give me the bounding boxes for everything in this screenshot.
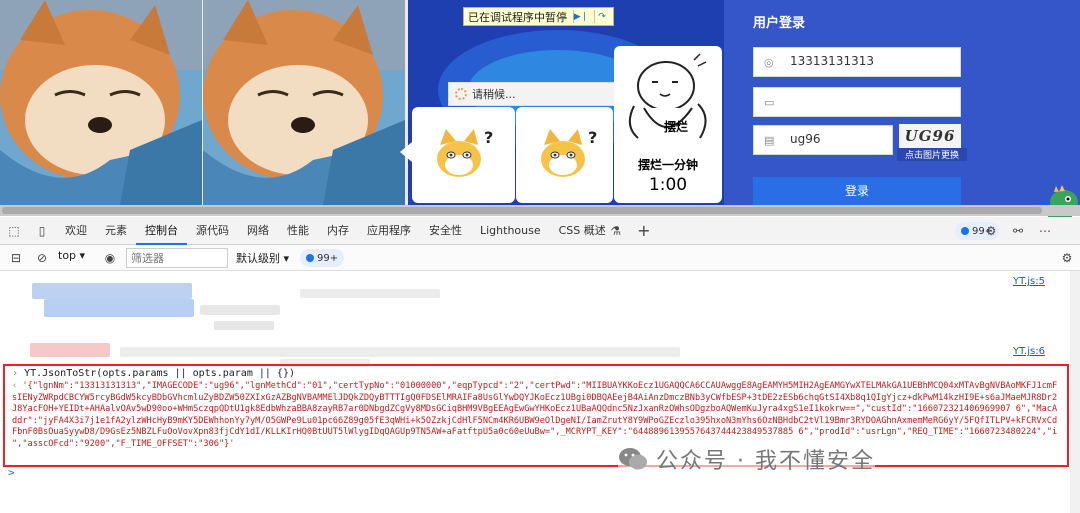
chevron-down-icon: ▾ [79,249,86,262]
log-level-value: 默认级别 [236,252,280,265]
gear-icon[interactable]: ⚙ [984,224,998,238]
watermark: 公众号 · 我不懂安全 [618,442,875,476]
result-arrow-icon: ‹ [12,381,23,391]
redacted-text [120,347,680,357]
username-value: 13313131313 [790,54,874,68]
confused-cat-icon: ? [437,128,493,177]
meme-timer: 1:00 [648,175,688,195]
tab-performance[interactable]: 性能 [278,217,318,245]
more-options-icon[interactable]: ⋯ [1038,224,1052,238]
console-result: ‹ '{"lgnNm":"13313131313","IMAGECODE":"u… [12,381,1062,451]
tab-lighthouse[interactable]: Lighthouse [471,217,550,245]
webpage-viewport: 用户登录 ◎ 13313131313 ▭ ▤ ug96 UG96 点击图片更换 … [0,0,1080,205]
redacted-text [30,343,110,357]
context-value: top [58,249,77,262]
console-command: › YT.JsonToStr(opts.params || opts.param… [12,368,295,379]
meme-caption: 摆烂一分钟 [637,158,698,172]
step-over-icon[interactable]: ↷ [594,10,609,23]
inspect-element-icon[interactable]: ⬚ [7,224,21,238]
context-select[interactable]: top ▾ [58,249,85,262]
eye-icon[interactable]: ◉ [103,251,117,265]
watermark-text: 公众号 · 我不懂安全 [656,449,875,474]
redacted-text [32,283,192,299]
wechat-icon [619,448,647,470]
tab-memory[interactable]: 内存 [318,217,358,245]
console-issues-badge[interactable]: 99+ [300,249,345,267]
console-settings-icon[interactable]: ⚙ [1060,251,1074,265]
tab-network[interactable]: 网络 [238,217,278,245]
result-string: '{"lgnNm":"13313131313","IMAGECODE":"ug9… [12,381,1058,449]
debugger-paused-banner: 已在调试程序中暂停 ▶❘ ↷ [463,7,614,26]
doge-image-left [0,0,202,205]
redacted-text [44,299,194,317]
redacted-text [300,289,440,298]
tab-console[interactable]: 控制台 [136,217,187,245]
paused-label: 已在调试程序中暂停 [468,10,567,24]
resume-icon[interactable]: ▶❘ [573,10,588,23]
svg-text:?: ? [484,128,493,147]
login-button[interactable]: 登录 [753,177,961,205]
tab-security[interactable]: 安全性 [420,217,471,245]
spinner-icon [455,88,467,100]
source-link[interactable]: YT.js:6 [1013,346,1045,357]
login-title: 用户登录 [753,16,806,31]
tab-sources[interactable]: 源代码 [187,217,238,245]
devtools-tab-bar: ⬚ ▯ 欢迎 元素 控制台 源代码 网络 性能 内存 应用程序 安全性 Ligh… [0,217,1080,245]
issues-count-2: 99+ [317,252,339,264]
redacted-text [200,305,280,315]
shield-icon: ▤ [764,134,775,147]
doge-image-right [203,0,405,205]
cat-emoji-card: ? [516,107,613,203]
captcha-field[interactable]: ▤ ug96 [753,125,893,155]
loading-label: 请稍候... [472,88,516,101]
source-link[interactable]: YT.js:5 [1013,276,1045,287]
svg-text:?: ? [588,128,597,147]
redacted-text [214,321,274,330]
connection-icon[interactable]: ⚯ [1011,224,1025,238]
meme-word: 摆烂 [664,120,689,134]
captcha-value: ug96 [790,132,821,146]
prompt-chevron-icon: › [12,368,19,379]
tab-application[interactable]: 应用程序 [358,217,420,245]
tab-elements[interactable]: 元素 [96,217,136,245]
message-icon [961,227,969,235]
clear-console-icon[interactable]: ⊘ [35,251,49,265]
tab-css-overview[interactable]: CSS 概述 [550,217,615,245]
captcha-image[interactable]: UG96 [899,124,961,148]
console-input-prompt[interactable]: > [8,466,15,479]
captcha-refresh-hint[interactable]: 点击图片更换 [897,148,967,161]
lock-icon: ▭ [764,96,775,109]
cat-emoji-card: ? [412,107,515,203]
loading-indicator: 请稍候... [448,82,618,106]
bubble-tip [400,142,412,162]
beaker-icon: ⚗ [610,223,622,238]
tab-welcome[interactable]: 欢迎 [56,217,96,245]
sidebar-toggle-icon[interactable]: ⊟ [9,251,23,265]
command-text: YT.JsonToStr(opts.params || opts.param |… [24,368,295,379]
add-tab-icon[interactable]: + [637,222,651,238]
chevron-down-icon: ▾ [283,252,290,265]
password-field[interactable]: ▭ [753,87,961,117]
lying-flat-sticker-icon [628,53,707,139]
message-icon [306,254,314,262]
user-icon: ◎ [764,56,774,69]
console-scrollbar[interactable] [1070,271,1080,513]
log-level-select[interactable]: 默认级别 ▾ [236,250,289,266]
device-toolbar-icon[interactable]: ▯ [35,224,49,238]
confused-cat-icon: ? [541,128,597,177]
username-field[interactable]: ◎ 13313131313 [753,47,961,77]
filter-input[interactable] [126,248,228,268]
page-horizontal-scrollbar[interactable] [0,205,1080,216]
